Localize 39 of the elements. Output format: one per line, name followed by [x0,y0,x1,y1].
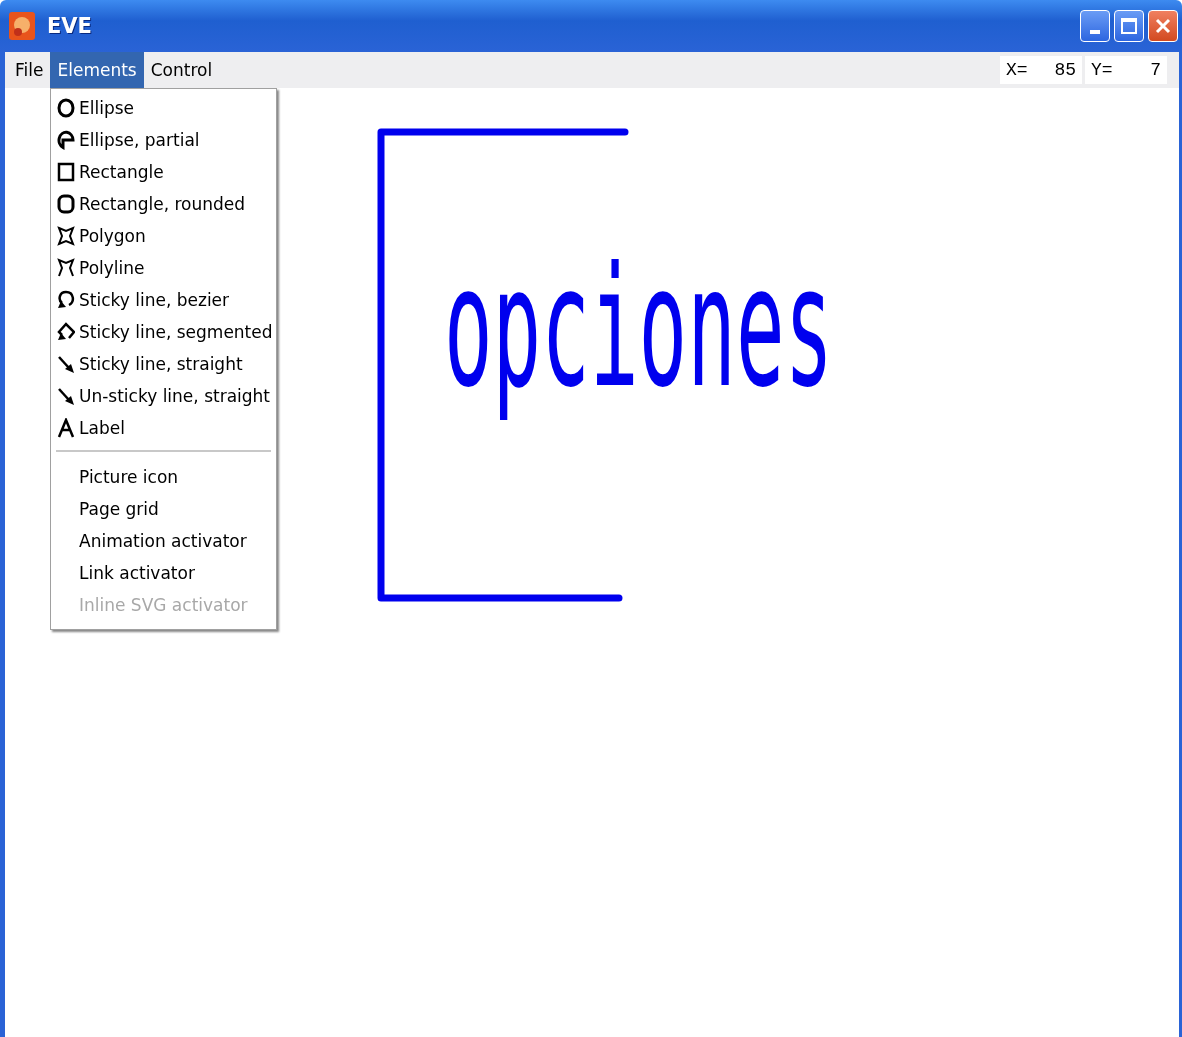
window-title: EVE [47,14,93,38]
menu-entry[interactable]: Animation activator [51,525,276,557]
close-icon [1154,17,1172,35]
app-icon [9,12,35,40]
ellipse-icon [57,98,75,118]
menu-item[interactable]: Control [143,52,220,88]
minimize-button[interactable] [1080,10,1110,42]
menu-entry[interactable]: Ellipse [51,92,276,124]
menu-entry[interactable]: Polyline [51,252,276,284]
minimize-icon [1090,30,1100,34]
menu-entry[interactable]: Sticky line, bezier [51,284,276,316]
polyline-icon [57,258,75,278]
menu-entry[interactable]: Link activator [51,557,276,589]
polygon-icon [57,226,75,246]
menu-entry[interactable]: Sticky line, straight [51,348,276,380]
menu-entry[interactable]: Polygon [51,220,276,252]
x-coordinate-field: X= 85 [1000,56,1082,84]
rounded-rectangle-icon [57,194,75,214]
menu-entry[interactable]: Sticky line, segmented [51,316,276,348]
diagonal-arrow-icon [57,354,75,374]
close-button[interactable] [1148,10,1178,42]
diagonal-arrow-icon [57,386,75,406]
menu-entry[interactable]: Label [51,412,276,444]
menu-entry[interactable]: Rectangle, rounded [51,188,276,220]
menu-entry[interactable]: Rectangle [51,156,276,188]
segmented-arrow-icon [57,322,75,342]
letter-icon [57,418,75,438]
maximize-icon [1120,17,1138,35]
menu-item[interactable]: File [8,52,51,88]
menu-entry[interactable]: Un-sticky line, straight [51,380,276,412]
menu-item[interactable]: Elements [50,52,144,88]
y-coordinate-field: Y= 7 [1085,56,1167,84]
rectangle-icon [57,162,75,182]
maximize-button[interactable] [1114,10,1144,42]
menu-entry[interactable]: Picture icon [51,461,276,493]
menu-entry[interactable]: Page grid [51,493,276,525]
curved-arrow-icon [57,290,75,310]
canvas-label: opciones [443,231,834,425]
menu-entry[interactable]: Ellipse, partial [51,124,276,156]
